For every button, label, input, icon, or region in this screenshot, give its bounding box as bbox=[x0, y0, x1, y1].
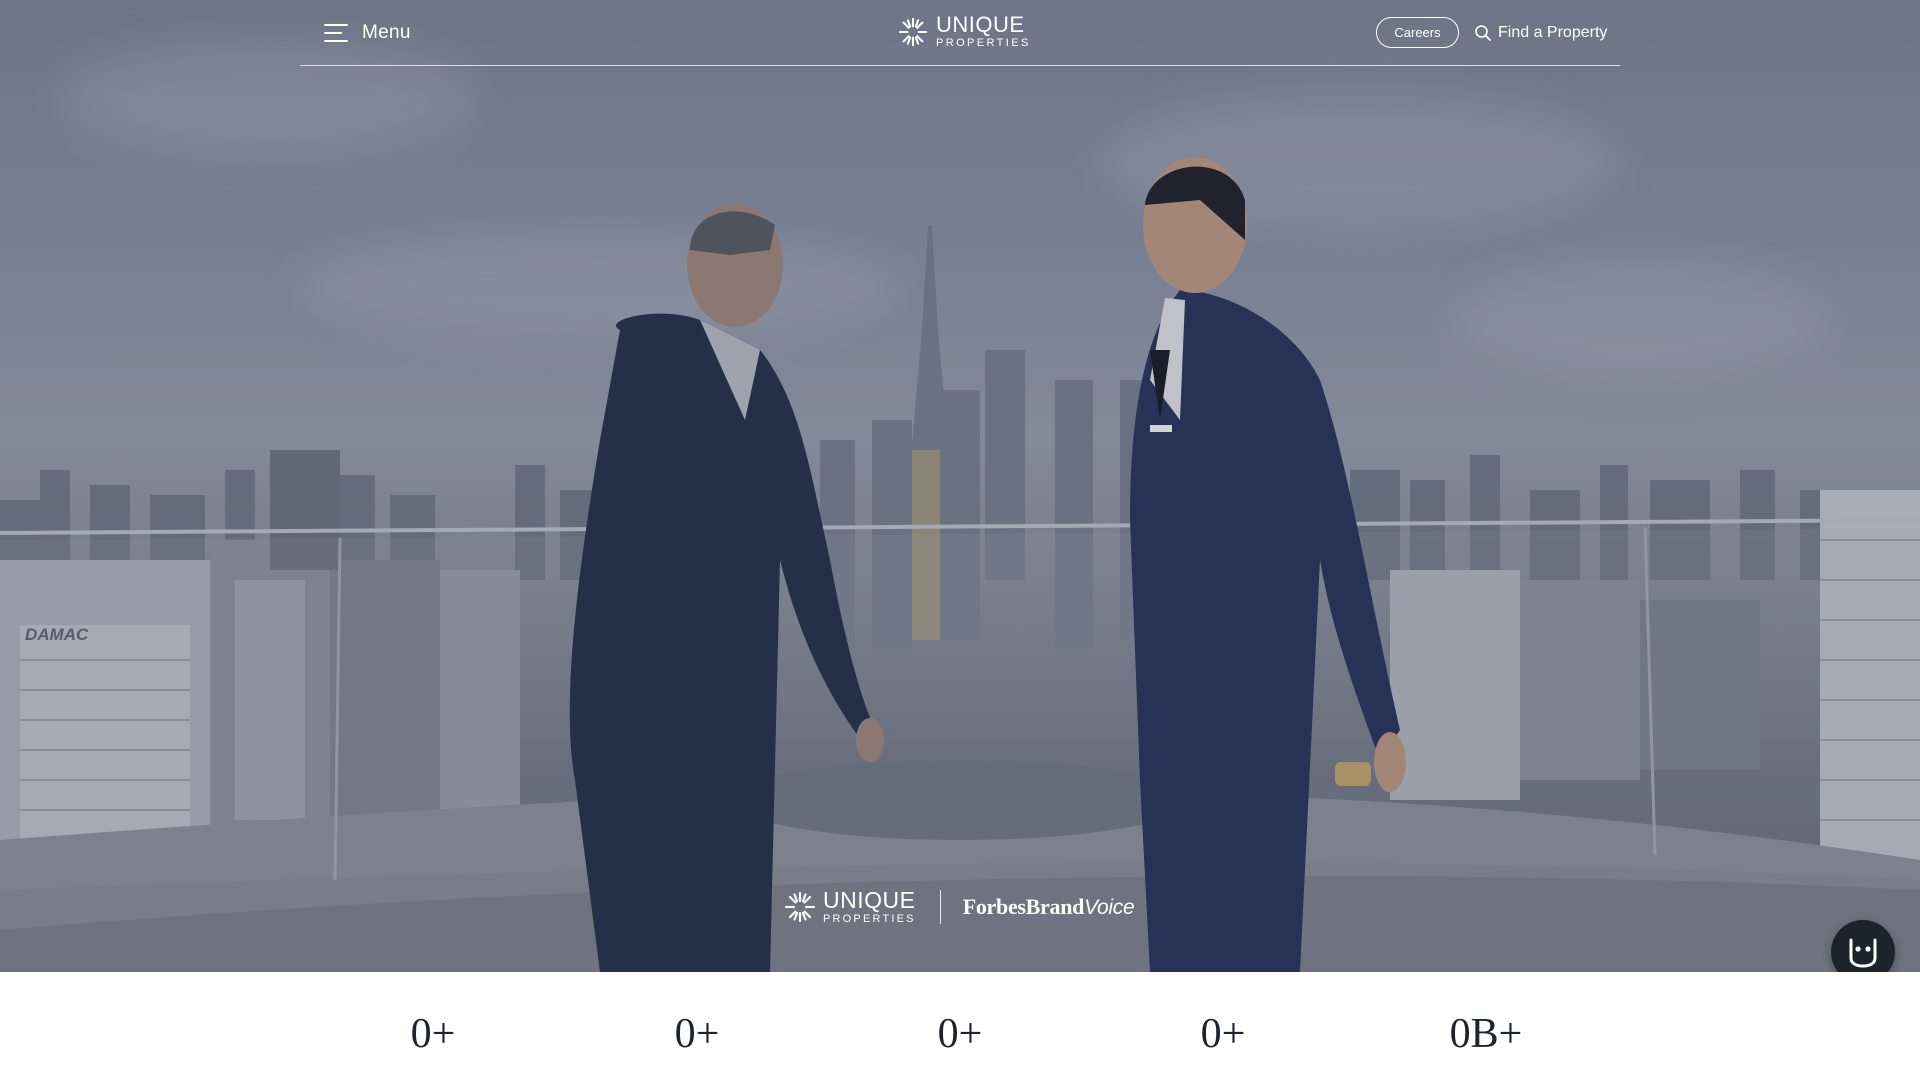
chatbot-face-icon bbox=[1849, 938, 1877, 968]
forbes-brandvoice-logo: ForbesBrandVoice bbox=[963, 894, 1135, 920]
hero-video: DAMAC bbox=[0, 0, 1920, 972]
search-icon bbox=[1475, 25, 1491, 41]
sunburst-logo-icon bbox=[784, 891, 816, 923]
stat-counter: 0+ bbox=[674, 1011, 720, 1057]
stat-counter: 0+ bbox=[1200, 1011, 1246, 1057]
brand-logo-main: UNIQUE bbox=[823, 887, 916, 913]
video-overlay bbox=[0, 0, 1920, 972]
menu-button[interactable]: Menu bbox=[324, 20, 411, 46]
site-logo[interactable]: UNIQUE PROPERTIES bbox=[898, 14, 1031, 49]
forbes-main: ForbesBrand bbox=[962, 894, 1085, 919]
stat-counter: 0+ bbox=[410, 1011, 456, 1057]
cobrand-strip: UNIQUE PROPERTIES ForbesBrandVoice bbox=[784, 888, 1136, 926]
menu-label: Menu bbox=[362, 22, 411, 43]
brand-logo-unique: UNIQUE PROPERTIES bbox=[784, 889, 916, 925]
brand-logo-sub: PROPERTIES bbox=[823, 913, 916, 925]
site-header: Menu UNIQUE PROPERTIES Careers Find a Pr… bbox=[300, 0, 1620, 66]
city-scene: DAMAC bbox=[0, 0, 1920, 972]
stat-counter: 0+ bbox=[937, 1011, 983, 1057]
brand-divider bbox=[939, 890, 941, 924]
logo-sub-text: PROPERTIES bbox=[936, 37, 1031, 49]
find-property-label: Find a Property bbox=[1498, 24, 1608, 41]
logo-main-text: UNIQUE bbox=[936, 12, 1025, 37]
stat-counter: 0B+ bbox=[1449, 1011, 1523, 1057]
careers-button[interactable]: Careers bbox=[1376, 17, 1459, 48]
forbes-voice: Voice bbox=[1084, 896, 1135, 919]
hamburger-icon bbox=[324, 23, 350, 43]
find-property-button[interactable]: Find a Property bbox=[1474, 20, 1607, 46]
sunburst-logo-icon bbox=[898, 17, 928, 46]
